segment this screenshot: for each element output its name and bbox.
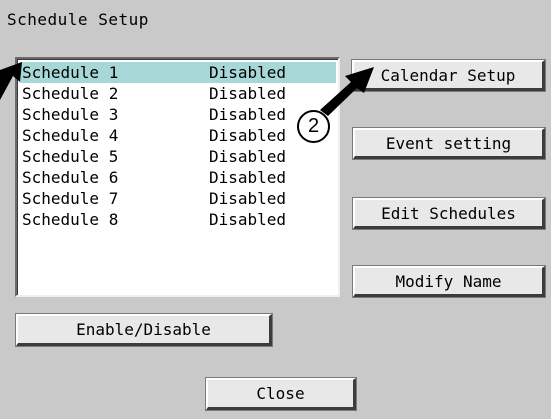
schedule-name: Schedule 3: [22, 105, 119, 124]
event-setting-button[interactable]: Event setting: [353, 128, 545, 159]
schedule-list[interactable]: Schedule 1 Disabled Schedule 2 Disabled …: [15, 57, 340, 297]
schedule-name: Schedule 1: [22, 63, 119, 82]
arrow-icon: [320, 67, 374, 116]
schedule-status: Disabled: [209, 210, 287, 229]
callout-number: 2: [297, 110, 330, 143]
arrow-icon: [0, 62, 22, 100]
list-item-schedule-3[interactable]: Schedule 3 Disabled: [20, 104, 336, 125]
calendar-setup-button[interactable]: Calendar Setup: [352, 60, 545, 91]
schedule-name: Schedule 5: [22, 147, 119, 166]
list-item-schedule-1[interactable]: Schedule 1 Disabled: [20, 62, 336, 83]
schedule-status: Disabled: [209, 126, 287, 145]
schedule-status: Disabled: [209, 147, 287, 166]
modify-name-button[interactable]: Modify Name: [353, 266, 545, 297]
list-item-schedule-8[interactable]: Schedule 8 Disabled: [20, 209, 336, 230]
list-item-schedule-2[interactable]: Schedule 2 Disabled: [20, 83, 336, 104]
list-item-schedule-5[interactable]: Schedule 5 Disabled: [20, 146, 336, 167]
edit-schedules-button[interactable]: Edit Schedules: [353, 198, 545, 229]
schedule-status: Disabled: [209, 84, 287, 103]
list-item-schedule-7[interactable]: Schedule 7 Disabled: [20, 188, 336, 209]
window-title: Schedule Setup: [7, 10, 149, 29]
schedule-name: Schedule 4: [22, 126, 119, 145]
schedule-name: Schedule 8: [22, 210, 119, 229]
schedule-name: Schedule 2: [22, 84, 119, 103]
schedule-name: Schedule 6: [22, 168, 119, 187]
list-item-schedule-4[interactable]: Schedule 4 Disabled: [20, 125, 336, 146]
schedule-name: Schedule 7: [22, 189, 119, 208]
callout-label: 2: [307, 115, 320, 137]
schedule-status: Disabled: [209, 105, 287, 124]
schedule-status: Disabled: [209, 189, 287, 208]
schedule-status: Disabled: [209, 168, 287, 187]
schedule-status: Disabled: [209, 63, 287, 82]
list-item-schedule-6[interactable]: Schedule 6 Disabled: [20, 167, 336, 188]
close-button[interactable]: Close: [206, 378, 356, 410]
enable-disable-button[interactable]: Enable/Disable: [16, 314, 272, 346]
